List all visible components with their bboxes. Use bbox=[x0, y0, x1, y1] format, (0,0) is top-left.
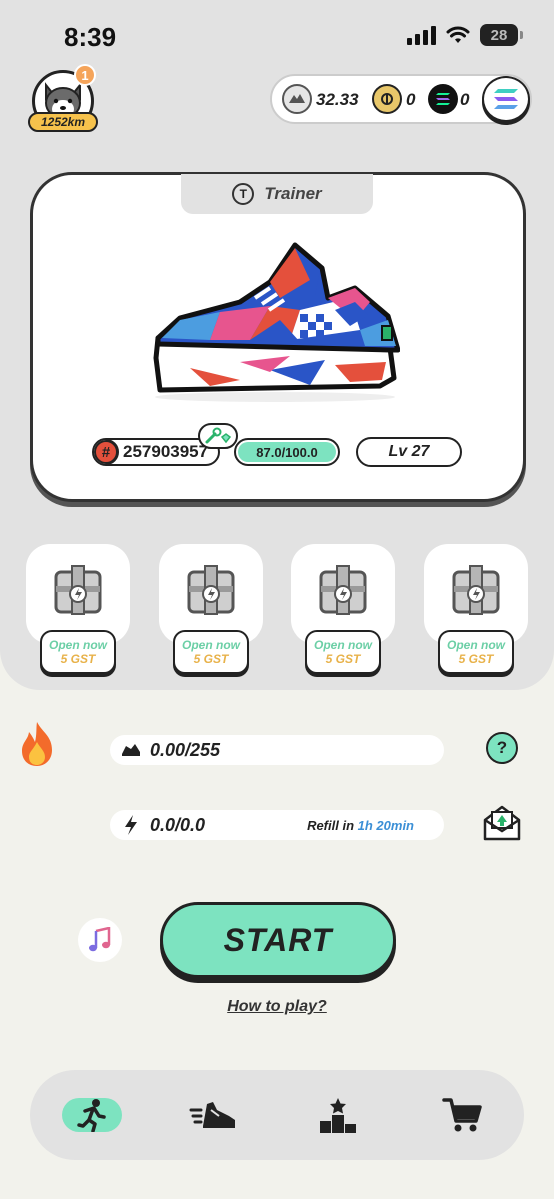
open-box-button[interactable]: Open now 5 GST bbox=[173, 630, 249, 674]
mystery-box-slot[interactable]: Open now 5 GST bbox=[26, 544, 130, 680]
music-note-icon bbox=[89, 927, 111, 952]
status-time: 8:39 bbox=[64, 22, 117, 52]
run-icon bbox=[77, 1099, 106, 1132]
wrench-gem-icon bbox=[205, 427, 232, 444]
sneaker-type-tab: T Trainer bbox=[181, 174, 373, 214]
repair-button[interactable] bbox=[198, 423, 238, 449]
sneaker-id-value: 257903957 bbox=[123, 442, 209, 461]
wallet-button[interactable] bbox=[482, 76, 530, 122]
open-box-price: 5 GST bbox=[60, 652, 96, 666]
help-button[interactable]: ? bbox=[486, 732, 518, 764]
refill-label: Refill in bbox=[307, 817, 355, 833]
notification-badge: 1 bbox=[74, 64, 96, 86]
gmt-balance: 0 bbox=[406, 90, 416, 109]
open-box-button[interactable]: Open now 5 GST bbox=[438, 630, 514, 674]
fire-icon bbox=[22, 722, 52, 766]
open-box-button[interactable]: Open now 5 GST bbox=[40, 630, 116, 674]
sneaker-type-label: Trainer bbox=[264, 184, 322, 203]
distance-badge: 1252km bbox=[28, 112, 98, 132]
sneaker-icon bbox=[189, 1102, 235, 1128]
mystery-box-icon bbox=[187, 565, 235, 615]
mystery-box-icon bbox=[319, 565, 367, 615]
mystery-box-slot[interactable]: Open now 5 GST bbox=[291, 544, 395, 680]
energy-mail-icon[interactable] bbox=[482, 804, 522, 842]
open-box-price: 5 GST bbox=[325, 652, 361, 666]
energy-bar: 0.0/0.0 Refill in 1h 20min bbox=[110, 810, 444, 840]
how-to-play-link[interactable]: How to play? bbox=[0, 998, 554, 1016]
battery-icon: 28 bbox=[480, 24, 523, 46]
status-icons: 28 bbox=[407, 24, 523, 46]
open-box-label: Open now bbox=[314, 638, 372, 652]
refill-timer: Refill in 1h 20min bbox=[307, 818, 414, 833]
open-box-label: Open now bbox=[447, 638, 505, 652]
sol-token-icon bbox=[428, 84, 458, 114]
sneaker-image bbox=[153, 242, 400, 402]
music-button[interactable] bbox=[78, 918, 122, 962]
cart-icon bbox=[442, 1098, 482, 1132]
solana-icon bbox=[494, 89, 518, 109]
start-button[interactable]: START bbox=[160, 902, 396, 978]
refill-time: 1h 20min bbox=[357, 817, 414, 833]
leaderboard-icon bbox=[320, 1098, 356, 1133]
nav-marketplace[interactable] bbox=[430, 1092, 494, 1138]
mystery-box-slot[interactable]: Open now 5 GST bbox=[424, 544, 528, 680]
gst-token-icon bbox=[282, 84, 312, 114]
durability-bar: 87.0/100.0 bbox=[234, 438, 340, 466]
mystery-box-slot[interactable]: Open now 5 GST bbox=[159, 544, 263, 680]
gmt-token-icon bbox=[372, 84, 402, 114]
trainer-type-icon: T bbox=[232, 183, 255, 205]
nav-leaderboard[interactable] bbox=[306, 1092, 370, 1138]
signal-icon bbox=[407, 25, 436, 45]
daily-gst-value: 0.00/255 bbox=[150, 739, 221, 760]
daily-gst-cap: 0.00/255 bbox=[110, 735, 444, 765]
mystery-box-icon bbox=[452, 565, 500, 615]
sneaker-level: Lv 27 bbox=[356, 437, 462, 467]
energy-value: 0.0/0.0 bbox=[150, 814, 206, 835]
sol-balance: 0 bbox=[460, 90, 470, 109]
open-box-label: Open now bbox=[49, 638, 107, 652]
mystery-box-icon bbox=[54, 565, 102, 615]
open-box-label: Open now bbox=[182, 638, 240, 652]
open-box-price: 5 GST bbox=[458, 652, 494, 666]
open-box-button[interactable]: Open now 5 GST bbox=[305, 630, 381, 674]
nav-sneakers[interactable] bbox=[182, 1092, 246, 1138]
wifi-icon bbox=[446, 26, 470, 43]
gst-balance: 32.33 bbox=[316, 90, 359, 109]
bottom-nav bbox=[30, 1070, 524, 1160]
nav-run[interactable] bbox=[62, 1098, 122, 1132]
open-box-price: 5 GST bbox=[193, 652, 229, 666]
durability-value: 87.0/100.0 bbox=[238, 442, 336, 462]
hash-icon: # bbox=[94, 440, 119, 464]
lightning-icon bbox=[120, 814, 142, 836]
shoe-run-icon bbox=[120, 742, 142, 758]
